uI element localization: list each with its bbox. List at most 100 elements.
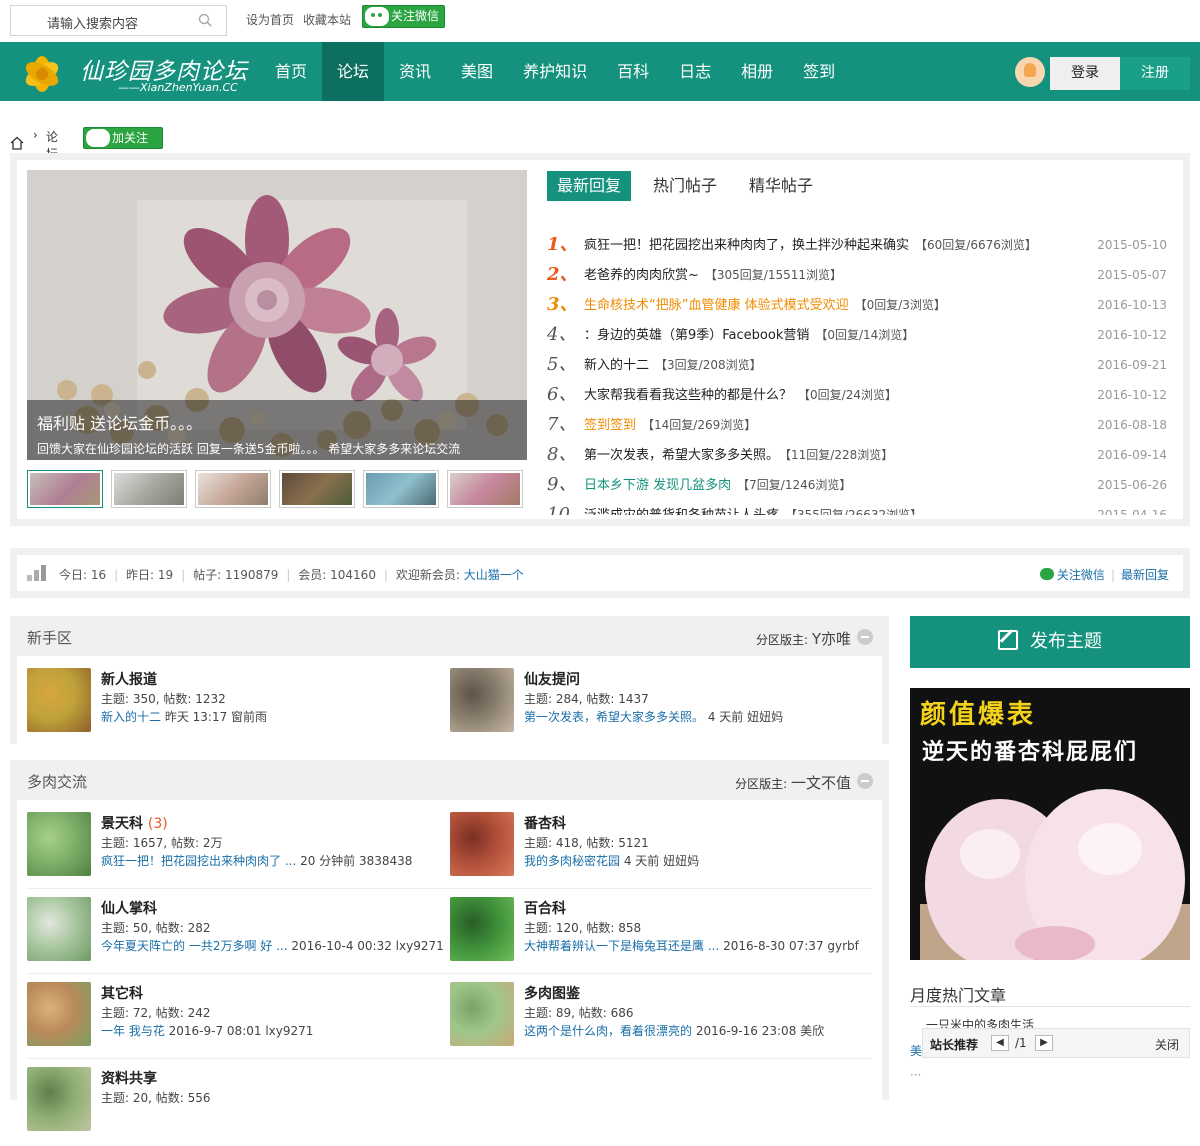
site-logo[interactable]: 仙珍园多肉论坛 ——XianZhenYuan.CC: [14, 48, 249, 96]
nav-item[interactable]: 日志: [664, 42, 726, 101]
thread-title-link[interactable]: 疯狂一把！把花园挖出来种肉肉了，换土拌沙种起来确实: [584, 238, 909, 253]
forum-name[interactable]: 景天科: [101, 816, 143, 832]
nav-item[interactable]: 签到: [788, 42, 850, 101]
featured-slide[interactable]: 福利贴 送论坛金币。。。 回馈大家在仙珍园论坛的活跃 回复一条送5金币啦。。。 …: [27, 170, 527, 460]
last-post-link[interactable]: 今年夏天阵亡的 一共2万多啊 好 ...: [101, 939, 288, 953]
forum-thumbnail[interactable]: [450, 897, 514, 961]
moderator-name[interactable]: Y亦唯: [812, 630, 851, 648]
featured-panel: 福利贴 送论坛金币。。。 回馈大家在仙珍园论坛的活跃 回复一条送5金币啦。。。 …: [10, 153, 1190, 526]
search-icon[interactable]: [198, 13, 212, 27]
tab-hot[interactable]: 精华帖子: [739, 171, 823, 201]
forum-name[interactable]: 百合科: [524, 901, 566, 917]
section-title[interactable]: 新手区: [27, 627, 72, 648]
thread-date: 2016-08-18: [1097, 418, 1167, 432]
nav-item[interactable]: 相册: [726, 42, 788, 101]
new-member-link[interactable]: 大山猫一个: [464, 568, 524, 582]
slide-thumbnail[interactable]: [447, 470, 523, 508]
register-button[interactable]: 注册: [1120, 57, 1190, 90]
stats-text: 今日: 16 | 昨日: 19 | 帖子: 1190879 | 会员: 104160 |…: [59, 568, 524, 582]
home-icon[interactable]: [10, 136, 24, 150]
last-post-meta: 2016-9-7 08:01 lxy9271: [164, 1024, 314, 1038]
moderator-name[interactable]: 一文不值: [791, 774, 851, 792]
forum-name[interactable]: 新人报道: [101, 672, 157, 688]
forum-thumbnail[interactable]: [450, 812, 514, 876]
new-count: (3): [147, 816, 168, 832]
bookmark-link[interactable]: 收藏本站: [303, 13, 351, 27]
forum-name[interactable]: 多肉图鉴: [524, 986, 580, 1002]
thread-title-link[interactable]: 生命核技术“把脉”血管健康 体验式模式受欢迎: [584, 298, 849, 313]
nav-item[interactable]: 百科: [602, 42, 664, 101]
latest-replies-link[interactable]: 最新回复: [1121, 568, 1169, 582]
forum-stats-bar: 今日: 16 | 昨日: 19 | 帖子: 1190879 | 会员: 104160 |…: [10, 548, 1190, 598]
forum-thumbnail[interactable]: [27, 897, 91, 961]
stats-links: 关注微信 | 最新回复: [1039, 566, 1169, 583]
search-box[interactable]: 请输入搜索内容: [10, 5, 227, 36]
forum-name[interactable]: 仙友提问: [524, 672, 580, 688]
forum-item: 仙友提问 主题: 284, 帖数: 1437 第一次发表，希望大家多多关照。 4 …: [440, 668, 860, 732]
slide-title[interactable]: 福利贴 送论坛金币。。。: [37, 410, 202, 434]
thread-title-link[interactable]: 新入的十二: [584, 358, 649, 373]
rank-number: 10、: [547, 504, 588, 515]
tab-hot[interactable]: 热门帖子: [643, 171, 727, 201]
moderator-label: 分区版主:: [755, 633, 808, 647]
logo-subtitle: ——XianZhenYuan.CC: [118, 81, 238, 94]
set-home-link[interactable]: 设为首页: [246, 13, 294, 27]
next-page-button[interactable]: ▶: [1035, 1035, 1053, 1051]
nav-item[interactable]: 养护知识: [508, 42, 602, 101]
follow-wechat-button[interactable]: 关注微信: [362, 5, 445, 28]
ad-subheadline: 逆天的番杏科屁屁们: [922, 740, 1139, 765]
slide-thumbnail[interactable]: [111, 470, 187, 508]
close-button[interactable]: 关闭: [1155, 1036, 1179, 1053]
last-post-link[interactable]: 我的多肉秘密花园: [524, 854, 620, 868]
forum-thumbnail[interactable]: [27, 668, 91, 732]
forum-name[interactable]: 其它科: [101, 986, 143, 1002]
follow-button[interactable]: 加关注: [83, 127, 163, 149]
sidebar-ad-banner[interactable]: 颜值爆表 逆天的番杏科屁屁们: [910, 688, 1190, 960]
thread-title-link[interactable]: 泛滥成灾的普货和各种苗让人头疼: [584, 508, 779, 515]
forum-section-exchange: 多肉交流 分区版主: 一文不值 景天科 (3) 主题: 1657, 帖数: 2万 疯狂一…: [10, 760, 889, 1146]
prev-page-button[interactable]: ◀: [991, 1035, 1009, 1051]
forum-thumbnail[interactable]: [27, 812, 91, 876]
thread-title-link[interactable]: ：身边的英雄（第9季）Facebook营销: [584, 328, 809, 343]
post-topic-button[interactable]: 发布主题: [910, 616, 1190, 668]
last-post-link[interactable]: 第一次发表，希望大家多多关照。: [524, 710, 704, 724]
forum-thumbnail[interactable]: [27, 982, 91, 1046]
thread-title-link[interactable]: 大家帮我看看我这些种的都是什么？: [584, 388, 792, 403]
section-title[interactable]: 多肉交流: [27, 771, 87, 792]
thread-title-link[interactable]: 第一次发表，希望大家多多关照。: [584, 448, 779, 463]
nav-item[interactable]: 资讯: [384, 42, 446, 101]
slide-thumbnail[interactable]: [27, 470, 103, 508]
last-post-link[interactable]: 新入的十二: [101, 710, 161, 724]
slide-thumbnail[interactable]: [195, 470, 271, 508]
nav-item[interactable]: 论坛: [322, 42, 385, 101]
last-post-link[interactable]: 这两个是什么肉，看着很漂亮的: [524, 1024, 692, 1038]
forum-thumbnail[interactable]: [27, 1067, 91, 1131]
divider: [27, 888, 872, 889]
nav-item[interactable]: 首页: [260, 42, 322, 101]
search-input[interactable]: 请输入搜索内容: [47, 13, 138, 32]
thread-title-link[interactable]: 老爸养的肉肉欣赏~: [584, 268, 699, 283]
forum-name[interactable]: 资料共享: [101, 1071, 157, 1087]
last-post-link[interactable]: 一年 我与花: [101, 1024, 165, 1038]
slide-thumbnail[interactable]: [279, 470, 355, 508]
forum-name[interactable]: 番杏科: [524, 816, 566, 832]
thread-title-link[interactable]: 签到签到: [584, 418, 636, 433]
forum-name[interactable]: 仙人掌科: [101, 901, 157, 917]
forum-thumbnail[interactable]: [450, 668, 514, 732]
thread-title-link[interactable]: 日本乡下游 发现几盆多肉: [584, 478, 731, 493]
avatar[interactable]: [1015, 57, 1045, 87]
collapse-icon[interactable]: [857, 629, 873, 645]
follow-wechat-link[interactable]: 关注微信: [1057, 568, 1105, 582]
collapse-icon[interactable]: [857, 773, 873, 789]
nav-item[interactable]: 美图: [446, 42, 508, 101]
last-post-link[interactable]: 疯狂一把！把花园挖出来种肉肉了 ...: [101, 854, 296, 868]
tab-hot[interactable]: 最新回复: [547, 171, 632, 201]
slide-thumbnail[interactable]: [363, 470, 439, 508]
forum-stats: 主题: 72, 帖数: 242: [101, 1006, 211, 1020]
forum-thumbnail[interactable]: [450, 982, 514, 1046]
forum-item: 多肉图鉴 主题: 89, 帖数: 686 这两个是什么肉，看着很漂亮的 2016-…: [440, 982, 860, 1046]
forum-stats: 主题: 89, 帖数: 686: [524, 1006, 634, 1020]
last-post-link[interactable]: 大神帮着辨认一下是梅兔耳还是鹰 ...: [524, 939, 719, 953]
login-button[interactable]: 登录: [1050, 57, 1120, 90]
monthly-hot-item-prefix[interactable]: 美: [910, 1042, 922, 1059]
